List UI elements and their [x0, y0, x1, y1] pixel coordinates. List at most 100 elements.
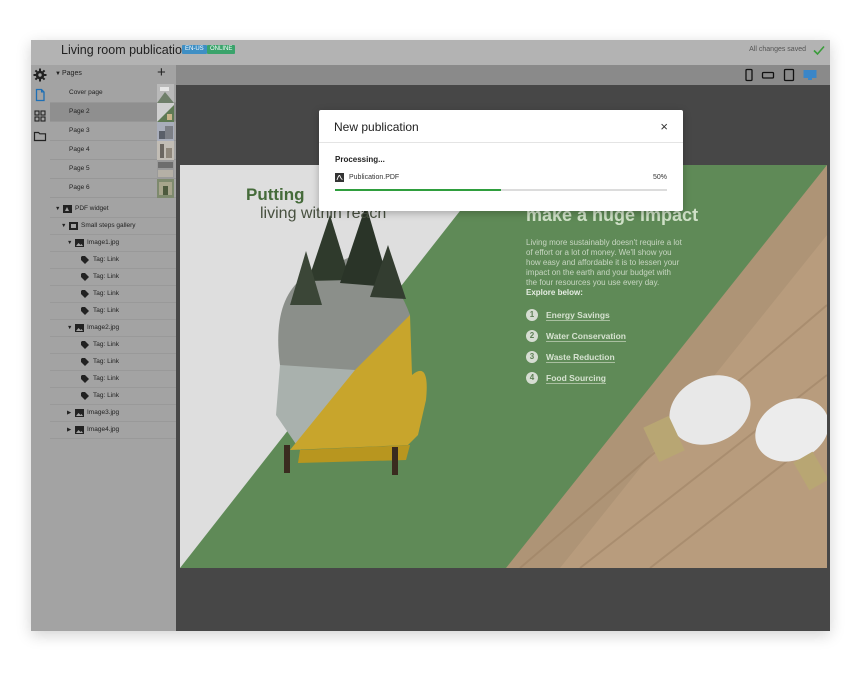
tree-item-label: Tag: Link [93, 392, 120, 399]
tree-item-label: Tag: Link [93, 341, 120, 348]
desktop-icon[interactable] [803, 68, 817, 82]
tag-icon [81, 290, 89, 298]
status-badge: ONLINE [207, 45, 236, 54]
close-icon[interactable]: × [660, 119, 668, 134]
pages-label: Pages [62, 70, 82, 77]
progress-bar [335, 189, 667, 191]
tree-item-tag[interactable]: Tag: Link [50, 388, 176, 405]
page-row-4[interactable]: Page 4 [50, 141, 176, 160]
armchair-forest-image [276, 205, 427, 475]
phone-portrait-icon[interactable] [742, 68, 756, 82]
image-icon [75, 426, 84, 434]
caret-down-icon[interactable]: ▼ [67, 240, 72, 246]
tree-item-image4[interactable]: ▶ Image4.jpg [50, 422, 176, 439]
number-badge: 3 [526, 351, 538, 363]
page-label: Page 4 [69, 146, 90, 153]
tree-item-label: Tag: Link [93, 290, 120, 297]
tag-icon [81, 273, 89, 281]
caret-right-icon[interactable]: ▶ [67, 410, 71, 416]
tree-item-label: Image2.jpg [87, 324, 120, 331]
tree-item-label: PDF widget [75, 205, 109, 212]
language-badge[interactable]: EN-US [182, 45, 207, 54]
add-page-button[interactable]: + [157, 64, 166, 81]
gear-icon[interactable] [33, 68, 47, 82]
page-row-cover[interactable]: Cover page [50, 84, 176, 103]
page-label: Page 6 [69, 184, 90, 191]
page-row-5[interactable]: Page 5 [50, 160, 176, 179]
tree-item-label: Tag: Link [93, 307, 120, 314]
tree-item-tag[interactable]: Tag: Link [50, 303, 176, 320]
image-icon [75, 239, 84, 247]
new-publication-dialog: New publication × Processing... Publicat… [319, 110, 683, 211]
tree-item-gallery[interactable]: ▼ Small steps gallery [50, 218, 176, 235]
tree-item-image2[interactable]: ▼ Image2.jpg [50, 320, 176, 337]
tag-icon [81, 341, 89, 349]
dialog-title: New publication [334, 120, 419, 134]
page-thumbnail [157, 84, 174, 103]
tag-icon [81, 375, 89, 383]
tree-item-tag[interactable]: Tag: Link [50, 269, 176, 286]
page-row-6[interactable]: Page 6 [50, 179, 176, 198]
number-badge: 2 [526, 330, 538, 342]
caret-down-icon[interactable]: ▼ [67, 325, 72, 331]
page-label: Page 3 [69, 127, 90, 134]
page-row-3[interactable]: Page 3 [50, 122, 176, 141]
hero-section: Putting living within reach make a huge … [180, 165, 827, 568]
hero-heading-left: Putting [246, 185, 305, 204]
tree-item-image3[interactable]: ▶ Image3.jpg [50, 405, 176, 422]
tag-icon [81, 256, 89, 264]
grid-icon[interactable] [33, 109, 47, 123]
page-row-2[interactable]: Page 2 [50, 103, 176, 122]
gallery-icon [69, 222, 78, 230]
image-icon [75, 324, 84, 332]
tree-item-tag[interactable]: Tag: Link [50, 354, 176, 371]
tablet-icon[interactable] [782, 68, 796, 82]
tree-item-tag[interactable]: Tag: Link [50, 252, 176, 269]
pdf-icon [335, 173, 344, 182]
folder-icon[interactable] [33, 129, 47, 143]
number-badge: 4 [526, 372, 538, 384]
body-text: Living more sustainably doesn't require … [526, 238, 682, 287]
check-icon [813, 45, 825, 56]
page-thumbnail [157, 179, 174, 198]
caret-down-icon[interactable]: ▼ [61, 223, 66, 229]
document-icon[interactable] [33, 88, 47, 102]
phone-landscape-icon[interactable] [761, 68, 775, 82]
tree-item-label: Small steps gallery [81, 222, 136, 229]
top-bar: Living room publication EN-US ONLINE All… [31, 40, 830, 65]
progress-bar-fill [335, 189, 501, 191]
page-thumbnail [157, 160, 174, 179]
tag-icon [81, 307, 89, 315]
list-link[interactable]: Food Sourcing [546, 373, 606, 384]
page-thumbnail [157, 141, 174, 160]
list-link[interactable]: Water Conservation [546, 331, 626, 342]
page-label: Page 2 [69, 108, 90, 115]
tree-item-label: Tag: Link [93, 256, 120, 263]
page-thumbnail [157, 103, 174, 122]
tree-item-tag[interactable]: Tag: Link [50, 337, 176, 354]
number-badge: 1 [526, 309, 538, 321]
caret-right-icon[interactable]: ▶ [67, 427, 71, 433]
pages-header[interactable]: ▼ Pages + [50, 64, 176, 84]
tree-item-label: Tag: Link [93, 358, 120, 365]
tree-item-pdf-widget[interactable]: ▼ PDF widget [50, 201, 176, 218]
tree-item-tag[interactable]: Tag: Link [50, 371, 176, 388]
pages-sidebar: ▼ Pages + Cover page Page 2 Page 3 Page … [50, 64, 176, 631]
pdf-icon [63, 205, 72, 213]
caret-down-icon[interactable]: ▼ [55, 71, 61, 77]
save-status: All changes saved [749, 46, 806, 53]
icon-rail [31, 65, 50, 631]
progress-percent: 50% [652, 174, 667, 181]
list-link[interactable]: Energy Savings [546, 310, 610, 321]
device-toolbar [176, 65, 830, 85]
tree-item-label: Tag: Link [93, 375, 120, 382]
tree-item-label: Image4.jpg [87, 426, 120, 433]
page-thumbnail [157, 122, 174, 141]
hero-artwork [180, 165, 827, 568]
tree-item-tag[interactable]: Tag: Link [50, 286, 176, 303]
tree-item-image1[interactable]: ▼ Image1.jpg [50, 235, 176, 252]
tag-icon [81, 358, 89, 366]
caret-down-icon[interactable]: ▼ [55, 206, 60, 212]
publication-title[interactable]: Living room publication [61, 43, 189, 57]
list-link[interactable]: Waste Reduction [546, 352, 615, 363]
